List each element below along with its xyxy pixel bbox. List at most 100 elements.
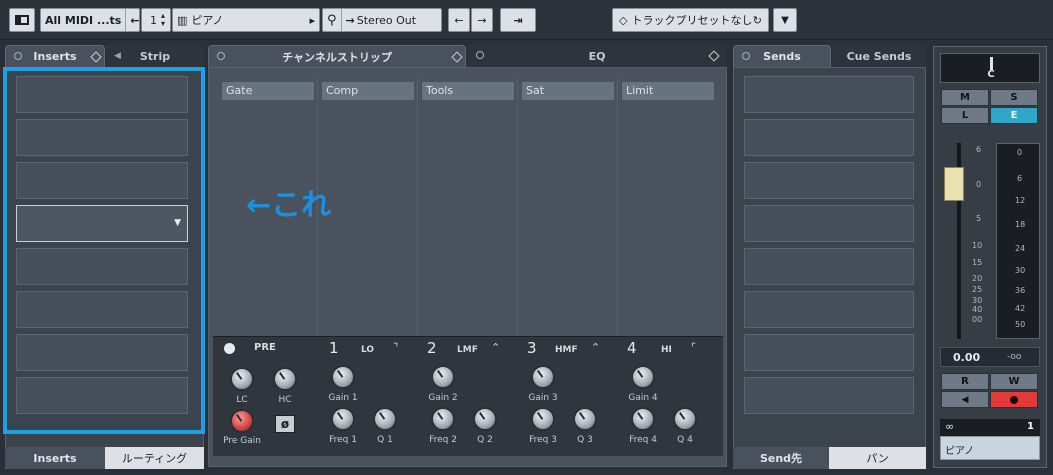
insert-slot-8[interactable] [16, 377, 188, 414]
record-icon [1010, 395, 1018, 404]
edit-output-button[interactable]: ⇥ [500, 8, 536, 32]
q-3-label: Q 3 [577, 435, 593, 445]
tab-pan[interactable]: パン [829, 447, 926, 469]
lc-knob[interactable] [230, 367, 254, 391]
module-tools[interactable]: Tools [418, 78, 518, 336]
pre-gain-knob[interactable] [230, 409, 254, 433]
gain-2-knob[interactable] [431, 365, 455, 389]
preset-diamond-icon[interactable] [451, 51, 463, 63]
insert-slot-1[interactable] [16, 76, 188, 113]
send-slot-1[interactable] [744, 76, 914, 113]
insert-slot-4[interactable]: ▼ [16, 205, 188, 242]
tab-inserts[interactable]: Inserts [5, 45, 105, 67]
tab-sends[interactable]: Sends [733, 45, 831, 67]
module-gate-header[interactable]: Gate [222, 82, 314, 100]
insert-slot-2[interactable] [16, 119, 188, 156]
bypass-ring-icon[interactable] [14, 52, 22, 60]
sends-panel [733, 67, 926, 450]
tab-inserts-bottom[interactable]: Inserts [5, 447, 105, 469]
insert-slot-5[interactable] [16, 248, 188, 285]
midi-channel-selector[interactable]: 1 ▴ ▾ [141, 8, 171, 32]
window-layout-button[interactable] [9, 8, 35, 32]
volume-readout[interactable]: 0.00 -oo [940, 347, 1040, 367]
module-tools-header[interactable]: Tools [422, 82, 514, 100]
module-comp-header[interactable]: Comp [322, 82, 414, 100]
fader-cap[interactable] [944, 167, 964, 201]
low-shelf-icon[interactable]: ⌝ [393, 341, 398, 354]
track-preset-selector[interactable]: ◇ トラックプリセットなし ↻ [612, 8, 769, 32]
tab-channel-strip[interactable]: チャンネルストリップ [208, 45, 466, 67]
send-slot-2[interactable] [744, 119, 914, 156]
insert-slot-6[interactable] [16, 291, 188, 328]
freq-1-knob[interactable] [331, 407, 355, 431]
hc-knob[interactable] [273, 367, 297, 391]
phase-invert-button[interactable]: ø [275, 415, 295, 433]
write-automation-button[interactable]: W [990, 373, 1038, 390]
hc-label: HC [278, 395, 292, 405]
module-sat-header[interactable]: Sat [522, 82, 614, 100]
module-limit-header[interactable]: Limit [622, 82, 714, 100]
send-slot-4[interactable] [744, 205, 914, 242]
midi-input-selector[interactable]: All MIDI ...ts ← [40, 8, 140, 32]
speaker-icon: ◀ [114, 51, 121, 61]
gain-3-knob[interactable] [531, 365, 555, 389]
send-slot-5[interactable] [744, 248, 914, 285]
q-3-knob[interactable] [573, 407, 597, 431]
freq-4-knob[interactable] [631, 407, 655, 431]
solo-button[interactable]: S [990, 89, 1038, 106]
pre-toggle[interactable] [224, 343, 235, 354]
mute-button[interactable]: M [941, 89, 989, 106]
tab-strip[interactable]: ◀ Strip [106, 45, 204, 67]
send-slot-6[interactable] [744, 291, 914, 328]
insert-slot-7[interactable] [16, 334, 188, 371]
bypass-ring-icon[interactable] [217, 52, 225, 60]
edit-channel-label: E [1010, 110, 1018, 121]
channel-number-bar[interactable]: ∞ 1 [940, 419, 1040, 436]
arrow-right-icon: → [477, 13, 487, 27]
gain-2-label: Gain 2 [428, 393, 458, 403]
track-preset-name: トラックプリセットなし [631, 14, 753, 27]
pan-control[interactable]: C [940, 53, 1040, 83]
next-channel-button[interactable]: → [471, 8, 493, 32]
fader-track[interactable]: 6 0 5 10 15 20 25 30 40 00 [942, 143, 992, 339]
tab-pan-label: パン [866, 452, 889, 465]
previous-channel-button[interactable]: ← [448, 8, 470, 32]
monitor-button[interactable]: ◀ [941, 391, 989, 408]
q-2-knob[interactable] [473, 407, 497, 431]
module-comp[interactable]: Comp [318, 78, 418, 336]
channel-name-field[interactable]: ピアノ [940, 436, 1040, 460]
bypass-ring-icon[interactable] [476, 51, 484, 59]
q-1-knob[interactable] [373, 407, 397, 431]
tab-send-destination[interactable]: Send先 [733, 447, 829, 469]
freq-2-knob[interactable] [431, 407, 455, 431]
gain-4-knob[interactable] [631, 365, 655, 389]
gain-1-knob[interactable] [331, 365, 355, 389]
module-limit[interactable]: Limit [618, 78, 718, 336]
send-slot-8[interactable] [744, 377, 914, 414]
preset-diamond-icon: ◇ [619, 13, 628, 27]
preset-diamond-icon[interactable] [90, 51, 102, 63]
listen-button[interactable]: L [941, 107, 989, 124]
inserts-panel: ▼ [5, 67, 204, 450]
send-slot-7[interactable] [744, 334, 914, 371]
bypass-ring-icon[interactable] [742, 52, 750, 60]
instrument-selector[interactable]: ▥ ピアノ ▸ [172, 8, 320, 32]
edit-channel-button[interactable]: E [990, 107, 1038, 124]
peak-filter-icon[interactable]: ⌃ [491, 341, 500, 354]
q-4-knob[interactable] [673, 407, 697, 431]
preset-dropdown-button[interactable]: ▼ [773, 8, 797, 32]
peak-value: -oo [1007, 352, 1022, 362]
peak-filter-icon[interactable]: ⌃ [591, 341, 600, 354]
high-shelf-icon[interactable]: ⌜ [691, 341, 696, 354]
tab-cue-sends[interactable]: Cue Sends [832, 45, 926, 67]
tab-eq[interactable]: EQ [468, 45, 726, 67]
preset-diamond-icon[interactable] [708, 50, 720, 62]
output-selector[interactable]: ⚲ → Stereo Out [322, 8, 442, 32]
tab-routing[interactable]: ルーティング [105, 447, 204, 469]
insert-slot-3[interactable] [16, 162, 188, 199]
read-automation-button[interactable]: R [941, 373, 989, 390]
send-slot-3[interactable] [744, 162, 914, 199]
module-sat[interactable]: Sat [518, 78, 618, 336]
record-enable-button[interactable] [990, 391, 1038, 408]
freq-3-knob[interactable] [531, 407, 555, 431]
